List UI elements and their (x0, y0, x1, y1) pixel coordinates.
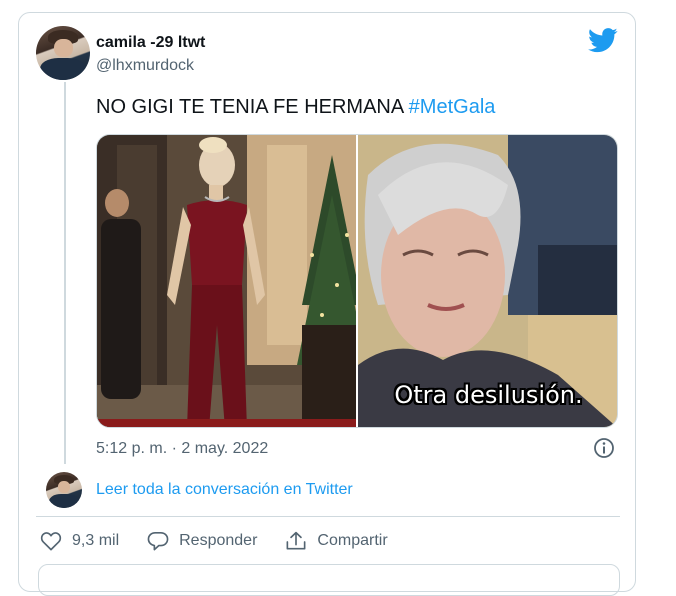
tweet-text: NO GIGI TE TENIA FE HERMANA #MetGala (96, 96, 495, 119)
media-subtitle: Otra desilusión. (394, 381, 583, 409)
reply-button[interactable]: Responder (147, 531, 257, 551)
thread-line (64, 82, 66, 464)
share-icon (286, 531, 306, 550)
author-name[interactable]: camila -29 ltwt (96, 34, 205, 52)
hashtag-link[interactable]: #MetGala (409, 96, 496, 118)
like-button[interactable]: 9,3 mil (40, 531, 119, 551)
reply-label: Responder (179, 532, 258, 549)
share-label: Compartir (317, 532, 388, 549)
twitter-bird-icon[interactable] (588, 28, 618, 53)
reply-bubble-icon (147, 532, 169, 551)
read-conversation-link[interactable]: Leer toda la conversación en Twitter (96, 481, 353, 499)
share-button[interactable]: Compartir (285, 531, 388, 551)
tweet-actions: 9,3 mil Responder Compartir (40, 528, 416, 554)
actions-divider (36, 516, 620, 517)
author-handle[interactable]: @lhxmurdock (96, 57, 194, 75)
info-icon[interactable] (593, 437, 615, 459)
author-avatar[interactable] (36, 26, 90, 80)
tweet-body: NO GIGI TE TENIA FE HERMANA (96, 96, 404, 118)
read-replies-button[interactable] (38, 564, 620, 596)
like-count: 9,3 mil (72, 532, 120, 549)
media-photo-left[interactable] (97, 135, 356, 427)
reply-avatar[interactable] (46, 472, 82, 508)
heart-icon (40, 532, 62, 551)
tweet-timestamp[interactable]: 5:12 p. m. · 2 may. 2022 (96, 440, 268, 458)
media-photo-right[interactable]: Otra desilusión. (358, 135, 617, 427)
tweet-media[interactable]: Otra desilusión. (96, 134, 618, 428)
